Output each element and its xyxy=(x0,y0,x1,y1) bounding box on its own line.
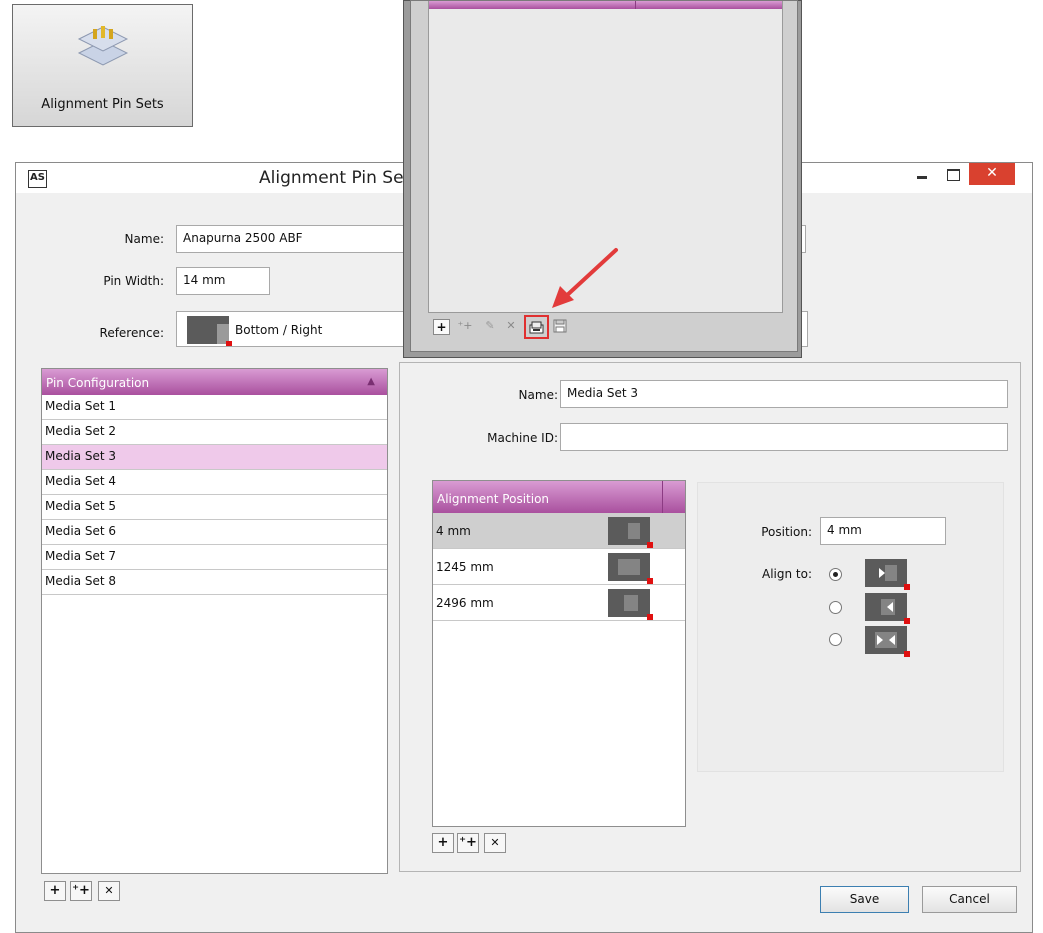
pin-config-row[interactable]: Media Set 6 xyxy=(42,520,387,545)
details-panel: Name: Media Set 3 Machine ID: Alignment … xyxy=(399,362,1021,872)
name-label: Name: xyxy=(124,232,164,246)
alignment-position-header[interactable]: Alignment Position xyxy=(433,481,685,513)
pin-config-row[interactable]: Media Set 3 xyxy=(42,445,387,470)
position-editor: Position: 4 mm Align to: xyxy=(697,482,1004,772)
align-right-radio[interactable] xyxy=(829,568,842,581)
alignment-pin-sets-icon xyxy=(77,26,129,66)
minimize-icon xyxy=(917,176,927,179)
details-name-field[interactable]: Media Set 3 xyxy=(560,380,1008,408)
app-badge: AS xyxy=(28,170,47,188)
import-icon xyxy=(529,321,544,334)
pin-configuration-list: Pin Configuration ▲ Media Set 1 Media Set… xyxy=(41,368,388,874)
add-position-button[interactable]: + xyxy=(432,833,454,853)
align-to-label: Align to: xyxy=(761,567,812,581)
save-button[interactable]: Save xyxy=(820,886,909,913)
pin-config-row[interactable]: Media Set 7 xyxy=(42,545,387,570)
maximize-icon xyxy=(947,169,960,181)
pin-config-row[interactable]: Media Set 2 xyxy=(42,420,387,445)
reference-value: Bottom / Right xyxy=(235,323,323,337)
align-right-icon xyxy=(865,559,910,590)
pin-config-row[interactable]: Media Set 4 xyxy=(42,470,387,495)
popup-save-button[interactable] xyxy=(553,319,569,335)
align-center-icon xyxy=(608,553,653,584)
align-left-icon xyxy=(608,589,653,620)
align-left-icon xyxy=(865,593,910,624)
alignment-position-value: 4 mm xyxy=(436,524,471,538)
alignment-position-value: 2496 mm xyxy=(436,596,494,610)
window-title: Alignment Pin Set xyxy=(259,168,411,188)
maximize-button[interactable] xyxy=(940,163,966,185)
reference-label: Reference: xyxy=(99,326,164,340)
pin-width-label: Pin Width: xyxy=(103,274,164,288)
annotation-arrow-icon xyxy=(552,248,618,308)
pencil-icon: ✎ xyxy=(485,319,495,332)
alignment-position-row[interactable]: 1245 mm xyxy=(433,549,685,585)
position-label: Position: xyxy=(761,525,812,539)
popup-import-button[interactable] xyxy=(524,315,549,339)
details-name-label: Name: xyxy=(518,388,558,402)
pin-config-row[interactable]: Media Set 1 xyxy=(42,395,387,420)
close-icon: ✕ xyxy=(986,165,998,181)
delete-position-button[interactable]: ✕ xyxy=(484,833,506,853)
align-right-icon xyxy=(608,517,653,548)
popup-delete-button[interactable]: ✕ xyxy=(503,319,519,335)
alignment-position-row[interactable]: 4 mm xyxy=(433,513,685,549)
floppy-save-icon xyxy=(553,319,567,333)
radio-selected-dot xyxy=(833,572,838,577)
popup-edit-button[interactable]: ✎ xyxy=(481,319,499,335)
pin-configuration-title: Pin Configuration xyxy=(46,376,150,390)
cancel-button[interactable]: Cancel xyxy=(922,886,1017,913)
reference-icon xyxy=(187,316,232,346)
popup-add-button[interactable]: + xyxy=(433,319,450,335)
pin-config-row[interactable]: Media Set 8 xyxy=(42,570,387,595)
pin-config-row[interactable]: Media Set 5 xyxy=(42,495,387,520)
alignment-position-value: 1245 mm xyxy=(436,560,494,574)
popup-list-header xyxy=(429,1,782,9)
position-field[interactable]: 4 mm xyxy=(820,517,946,545)
align-left-radio[interactable] xyxy=(829,601,842,614)
align-center-radio[interactable] xyxy=(829,633,842,646)
align-center-icon xyxy=(865,626,910,657)
add-pin-config-button[interactable]: + xyxy=(44,881,66,901)
alignment-pin-sets-button[interactable]: Alignment Pin Sets xyxy=(12,4,193,127)
alignment-position-row[interactable]: 2496 mm xyxy=(433,585,685,621)
pin-configuration-header[interactable]: Pin Configuration ▲ xyxy=(42,369,387,395)
alignment-position-title: Alignment Position xyxy=(437,492,550,506)
alignment-position-list: Alignment Position 4 mm 1245 mm 2496 mm xyxy=(432,480,686,827)
add-multiple-position-button[interactable]: ⁺+ xyxy=(457,833,479,853)
popup-add-multiple-button[interactable]: ⁺+ xyxy=(455,319,475,335)
alignment-pin-sets-label: Alignment Pin Sets xyxy=(41,97,164,112)
delete-pin-config-button[interactable]: ✕ xyxy=(98,881,120,901)
add-multiple-pin-config-button[interactable]: ⁺+ xyxy=(70,881,92,901)
pin-width-field[interactable]: 14 mm xyxy=(176,267,270,295)
close-button[interactable]: ✕ xyxy=(969,163,1015,185)
minimize-button[interactable] xyxy=(909,163,935,185)
sort-asc-icon: ▲ xyxy=(367,376,375,387)
machine-id-label: Machine ID: xyxy=(487,431,558,445)
machine-id-field[interactable] xyxy=(560,423,1008,451)
